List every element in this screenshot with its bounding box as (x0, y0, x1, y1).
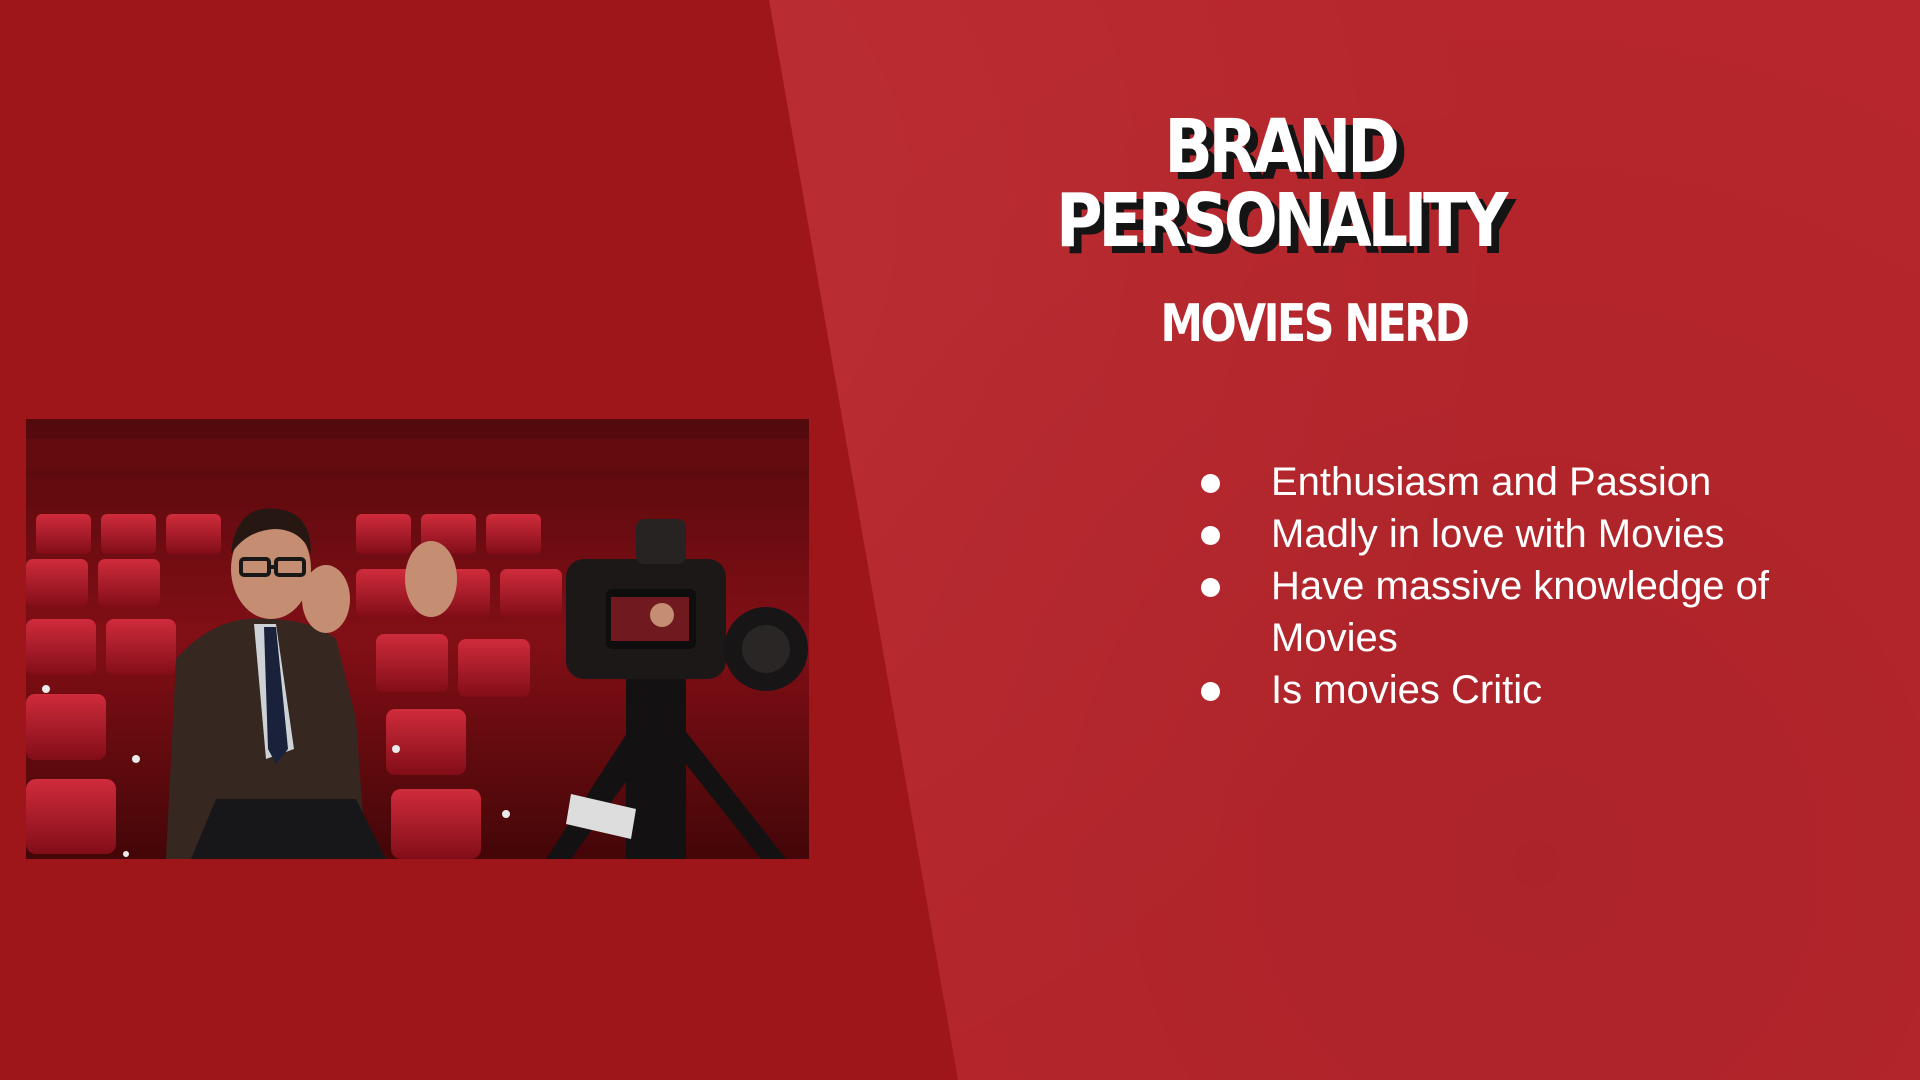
bullet-dot-icon (1201, 474, 1220, 493)
slide-subtitle: MOVIES NERD (1160, 294, 1470, 354)
bullet-item: Enthusiasm and Passion (1190, 456, 1790, 508)
bullet-dot-icon (1201, 526, 1220, 545)
interview-photo (26, 419, 809, 859)
bullet-text: Enthusiasm and Passion (1271, 460, 1712, 504)
slide: BRAND PERSONALITY MOVIES NERD Enthusiasm… (0, 0, 1920, 1080)
bullet-dot-icon (1201, 578, 1220, 597)
bullet-item: Have massive knowledge of Movies (1190, 560, 1790, 664)
bullet-item: Madly in love with Movies (1190, 508, 1790, 560)
slide-title: BRAND PERSONALITY (1055, 104, 1508, 264)
bullet-dot-icon (1201, 682, 1220, 701)
bullet-text: Have massive knowledge of Movies (1271, 564, 1770, 660)
bullet-item: Is movies Critic (1190, 664, 1790, 716)
interview-photo-icon (26, 419, 809, 859)
bullet-list: Enthusiasm and Passion Madly in love wit… (1190, 456, 1790, 716)
bullet-text: Madly in love with Movies (1271, 512, 1725, 556)
bullet-text: Is movies Critic (1271, 668, 1543, 712)
